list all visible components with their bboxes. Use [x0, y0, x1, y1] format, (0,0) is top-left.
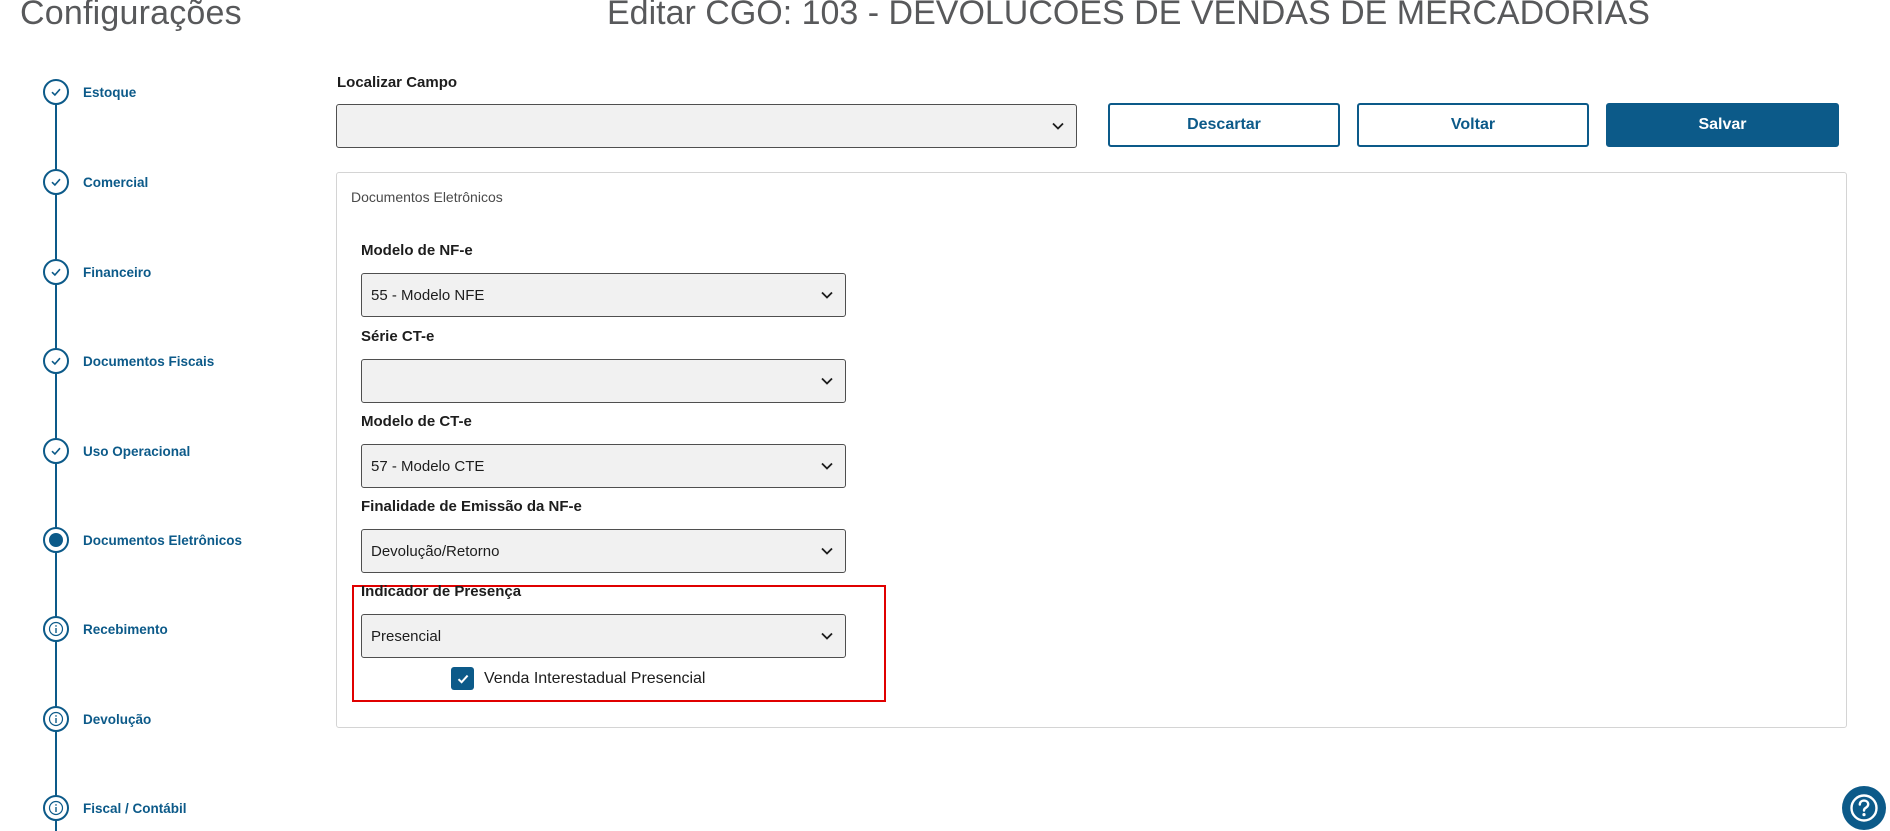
step-label: Comercial: [83, 174, 149, 190]
discard-button[interactable]: Descartar: [1108, 103, 1340, 147]
page-title: Editar CGO: 103 - DEVOLUCOES DE VENDAS D…: [607, 0, 1650, 32]
check-icon: [43, 348, 69, 374]
finalidade-nfe-value: Devolução/Retorno: [371, 542, 500, 560]
modelo-cte-label: Modelo de CT-e: [361, 413, 472, 430]
back-button[interactable]: Voltar: [1357, 103, 1589, 147]
step-documentos-fiscais[interactable]: Documentos Fiscais: [43, 348, 214, 374]
check-icon: [43, 79, 69, 105]
step-label: Fiscal / Contábil: [83, 800, 187, 816]
chevron-down-icon: [821, 377, 833, 385]
step-comercial[interactable]: Comercial: [43, 169, 148, 195]
step-financeiro[interactable]: Financeiro: [43, 259, 151, 285]
check-icon: [43, 169, 69, 195]
finalidade-nfe-label: Finalidade de Emissão da NF-e: [361, 498, 582, 515]
indicador-presenca-select[interactable]: Presencial: [361, 614, 846, 658]
info-icon: [43, 795, 69, 821]
step-label: Devolução: [83, 711, 152, 727]
step-recebimento[interactable]: Recebimento: [43, 616, 168, 642]
step-documentos-eletronicos[interactable]: Documentos Eletrônicos: [43, 527, 242, 553]
info-icon: [43, 616, 69, 642]
search-field-label: Localizar Campo: [337, 74, 458, 91]
step-label: Financeiro: [83, 264, 152, 280]
modelo-nfe-select[interactable]: 55 - Modelo NFE: [361, 273, 846, 317]
check-icon: [43, 259, 69, 285]
step-estoque[interactable]: Estoque: [43, 79, 136, 105]
question-mark-icon: [1850, 794, 1878, 822]
chevron-down-icon: [821, 291, 833, 299]
step-label: Uso Operacional: [83, 443, 191, 459]
venda-interestadual-label: Venda Interestadual Presencial: [484, 669, 706, 687]
modelo-nfe-label: Modelo de NF-e: [361, 242, 473, 259]
chevron-down-icon: [1052, 122, 1064, 130]
panel-title: Documentos Eletrônicos: [351, 189, 503, 205]
indicador-presenca-value: Presencial: [371, 627, 442, 645]
save-button[interactable]: Salvar: [1606, 103, 1839, 147]
venda-interestadual-checkbox[interactable]: [451, 667, 474, 690]
help-button[interactable]: [1842, 786, 1886, 830]
chevron-down-icon: [821, 462, 833, 470]
step-devolucao[interactable]: Devolução: [43, 706, 151, 732]
step-label: Documentos Eletrônicos: [83, 532, 243, 548]
search-field-select[interactable]: [336, 104, 1077, 148]
chevron-down-icon: [821, 547, 833, 555]
step-uso-operacional[interactable]: Uso Operacional: [43, 438, 190, 464]
info-icon: [43, 706, 69, 732]
stepper-nav: Estoque Comercial Financeiro Documentos …: [0, 0, 300, 831]
check-icon: [457, 674, 468, 684]
serie-cte-select[interactable]: [361, 359, 846, 403]
page: Configurações Editar CGO: 103 - DEVOLUCO…: [0, 0, 1890, 831]
indicador-presenca-label: Indicador de Presença: [361, 583, 522, 600]
chevron-down-icon: [821, 632, 833, 640]
serie-cte-label: Série CT-e: [361, 328, 435, 345]
check-icon: [43, 438, 69, 464]
modelo-nfe-value: 55 - Modelo NFE: [371, 286, 485, 304]
finalidade-nfe-select[interactable]: Devolução/Retorno: [361, 529, 846, 573]
step-label: Estoque: [83, 84, 137, 100]
step-label: Documentos Fiscais: [83, 353, 215, 369]
active-dot-icon: [43, 527, 69, 553]
venda-interestadual-checkbox-row[interactable]: Venda Interestadual Presencial: [451, 667, 705, 690]
step-label: Recebimento: [83, 621, 168, 637]
step-fiscal-contabil[interactable]: Fiscal / Contábil: [43, 795, 187, 821]
modelo-cte-select[interactable]: 57 - Modelo CTE: [361, 444, 846, 488]
modelo-cte-value: 57 - Modelo CTE: [371, 457, 485, 475]
